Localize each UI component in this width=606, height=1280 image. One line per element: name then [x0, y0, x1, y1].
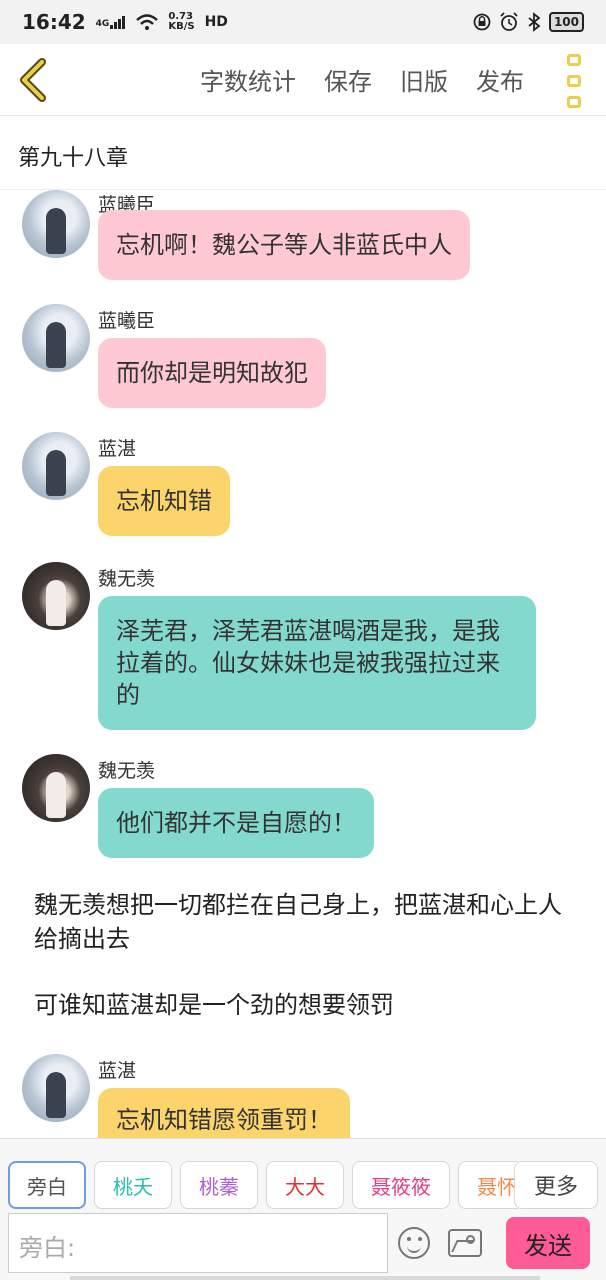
toolbar-actions: 字数统计 保存 旧版 发布: [200, 62, 524, 97]
emoji-icon[interactable]: [398, 1227, 430, 1259]
hd-icon: HD: [204, 14, 228, 30]
role-chip[interactable]: 聂筱筱: [352, 1161, 450, 1209]
role-chip[interactable]: 桃蓁: [180, 1161, 258, 1209]
status-time: 16:42: [22, 10, 86, 34]
avatar[interactable]: [22, 304, 90, 372]
speaker-name: 蓝湛: [98, 1060, 137, 1082]
message-bubble[interactable]: 忘机啊！魏公子等人非蓝氏中人: [98, 210, 470, 280]
message-bubble[interactable]: 忘机知错愿领重罚！: [98, 1088, 350, 1138]
menu-dot: [567, 54, 581, 66]
message-input[interactable]: 旁白:: [8, 1213, 388, 1273]
signal-icon: 4G: [96, 15, 127, 29]
role-chip-narrator[interactable]: 旁白: [8, 1161, 86, 1209]
speaker-name: 魏无羡: [98, 568, 156, 590]
role-selector: 旁白 桃夭 桃蓁 大大 聂筱筱 聂怀: [8, 1161, 518, 1209]
avatar[interactable]: [22, 190, 90, 258]
status-right: 100: [473, 12, 584, 32]
speaker-name: 蓝湛: [98, 438, 137, 460]
old-version-button[interactable]: 旧版: [400, 62, 448, 97]
avatar-figure: [46, 208, 66, 254]
chapter-title[interactable]: 第九十八章: [0, 116, 606, 190]
avatar-figure: [46, 322, 66, 368]
status-left: 16:42 4G 0.73 KB/S HD: [22, 10, 228, 34]
battery-icon: 100: [548, 12, 584, 32]
more-menu-icon[interactable]: [564, 54, 584, 108]
message-bubble[interactable]: 而你却是明知故犯: [98, 338, 326, 408]
avatar-figure: [46, 580, 66, 626]
narration-text[interactable]: 魏无羡想把一切都拦在自己身上，把蓝湛和心上人给摘出去: [34, 888, 574, 956]
message-bubble[interactable]: 泽芜君，泽芜君蓝湛喝酒是我，是我拉着的。仙女妹妹也是被我强拉过来的: [98, 596, 536, 730]
avatar[interactable]: [22, 432, 90, 500]
net-speed: 0.73 KB/S: [168, 11, 195, 32]
signal-bars-icon: [110, 16, 126, 29]
role-chip[interactable]: 大大: [266, 1161, 344, 1209]
image-icon[interactable]: [448, 1229, 482, 1257]
narration-text[interactable]: 可谁知蓝湛却是一个劲的想要领罚: [34, 988, 574, 1022]
status-bar: 16:42 4G 0.73 KB/S HD 100: [0, 0, 606, 44]
bluetooth-icon: [528, 12, 541, 32]
avatar[interactable]: [22, 1054, 90, 1122]
alarm-icon: [500, 12, 518, 31]
save-button[interactable]: 保存: [324, 62, 372, 97]
speaker-name: 蓝曦臣: [98, 310, 156, 332]
speaker-name: 魏无羡: [98, 760, 156, 782]
editor-screen: 16:42 4G 0.73 KB/S HD 100 字数统计 保存 旧版 发布 …: [0, 0, 606, 1280]
top-toolbar: 字数统计 保存 旧版 发布: [0, 44, 606, 116]
wifi-icon: [136, 14, 159, 30]
avatar-figure: [46, 450, 66, 496]
menu-dot: [567, 96, 581, 108]
lock-rotation-icon: [473, 13, 491, 31]
send-button[interactable]: 发送: [506, 1217, 590, 1269]
more-roles-button[interactable]: 更多: [514, 1161, 598, 1209]
message-bubble[interactable]: 他们都并不是自愿的！: [98, 788, 374, 858]
back-chevron-icon[interactable]: [12, 56, 56, 104]
avatar-figure: [46, 1072, 66, 1118]
role-chip[interactable]: 聂怀: [458, 1161, 518, 1209]
chat-area[interactable]: 蓝曦臣 忘机啊！魏公子等人非蓝氏中人 蓝曦臣 而你却是明知故犯 蓝湛 忘机知错 …: [0, 190, 606, 1138]
avatar[interactable]: [22, 754, 90, 822]
nav-gesture-bar: [70, 1276, 540, 1280]
role-chip[interactable]: 桃夭: [94, 1161, 172, 1209]
avatar[interactable]: [22, 562, 90, 630]
message-bubble[interactable]: 忘机知错: [98, 466, 230, 536]
publish-button[interactable]: 发布: [476, 62, 524, 97]
menu-dot: [567, 75, 581, 87]
avatar-figure: [46, 772, 66, 818]
word-count-button[interactable]: 字数统计: [200, 62, 296, 97]
input-panel: 旁白 桃夭 桃蓁 大大 聂筱筱 聂怀 更多 旁白: 发送: [0, 1138, 606, 1280]
